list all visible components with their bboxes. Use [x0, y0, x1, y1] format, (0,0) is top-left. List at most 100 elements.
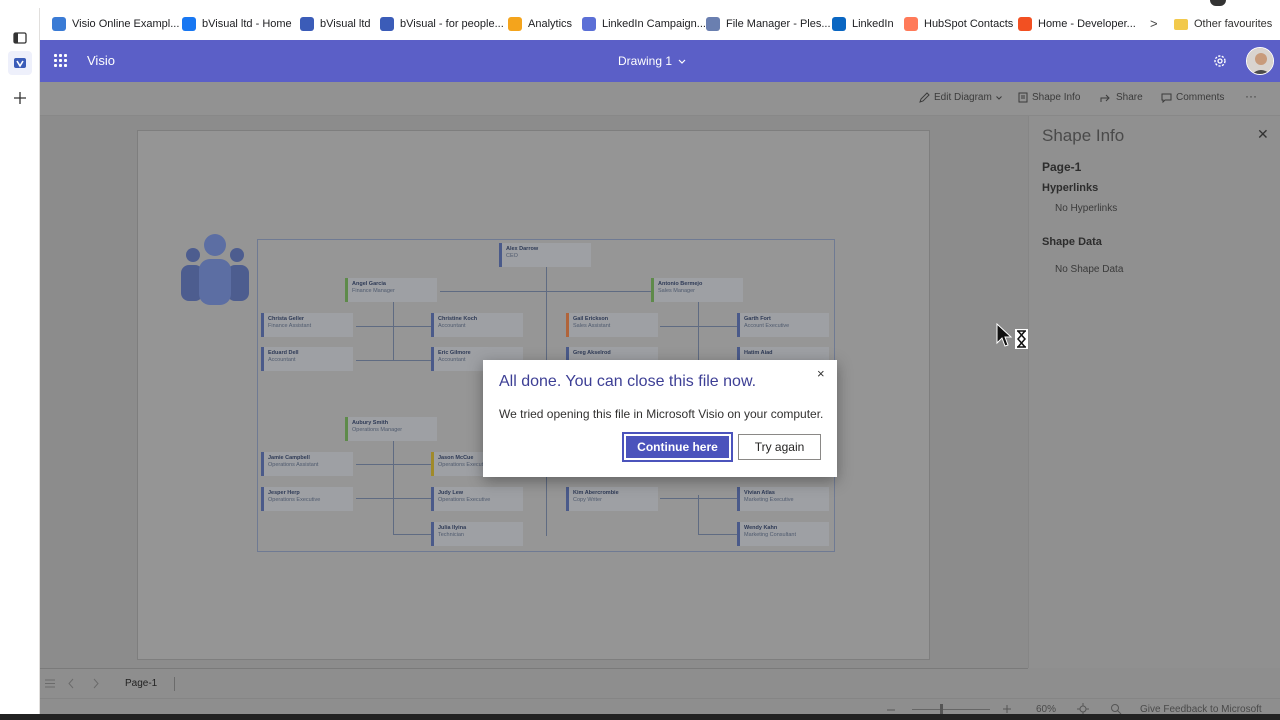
open-in-desktop-dialog: All done. You can close this file now. ×… [483, 360, 837, 477]
shape-data-value: No Shape Data [1055, 264, 1124, 275]
app-title[interactable]: Visio [87, 53, 115, 68]
comments-button[interactable]: Comments [1161, 92, 1224, 103]
org-node[interactable]: Angel Garcia Finance Manager [345, 278, 437, 302]
org-node[interactable]: Garth Fort Account Executive [737, 313, 829, 337]
org-node-role: Operations Executive [438, 497, 491, 503]
org-node[interactable]: Judy Lew Operations Executive [431, 487, 523, 511]
page-tabs-bar: Page-1 [40, 668, 1028, 698]
pencil-icon [919, 92, 930, 103]
org-node-name: Angel Garcia [352, 281, 386, 287]
org-node-name: Vivian Atlas [744, 490, 775, 496]
org-node-role: Finance Assistant [268, 323, 312, 329]
zoom-in-icon[interactable] [1002, 704, 1012, 714]
org-node-name: Judy Lew [438, 490, 464, 496]
browser-side-rail [0, 8, 40, 720]
org-node[interactable]: Alex Darrow CEO [499, 243, 591, 267]
chevron-down-icon [995, 95, 1002, 100]
org-node[interactable]: Jamie Campbell Operations Assistant [261, 452, 353, 476]
settings-gear-icon[interactable] [1212, 53, 1228, 69]
org-node-role: Copy Writer [573, 497, 602, 503]
org-node-name: Antonio Bermejo [658, 281, 703, 287]
try-again-button[interactable]: Try again [738, 434, 821, 460]
document-title: Drawing 1 [618, 54, 673, 68]
org-node-name: Julia Ilyina [438, 525, 467, 531]
dialog-message: We tried opening this file in Microsoft … [499, 407, 824, 421]
people-group-icon [181, 234, 249, 305]
org-node-role: Operations Manager [352, 427, 403, 433]
user-avatar[interactable] [1246, 47, 1274, 75]
document-info-icon [1018, 92, 1028, 103]
comment-icon [1161, 93, 1172, 103]
other-favourites-folder[interactable]: Other favourites [1174, 8, 1272, 40]
org-node-role: CEO [506, 253, 518, 259]
more-options-icon[interactable]: ··· [1245, 89, 1257, 103]
org-node[interactable]: Aubury Smith Operations Manager [345, 417, 437, 441]
tab-divider [174, 677, 175, 691]
org-node-name: Eric Gilmore [438, 350, 471, 356]
zoom-slider[interactable] [912, 709, 990, 710]
share-button[interactable]: Share [1100, 92, 1143, 103]
chevron-down-icon [678, 59, 686, 64]
org-node-name: Gail Erickson [573, 316, 609, 322]
share-icon [1100, 94, 1110, 102]
visio-tab-icon[interactable] [8, 51, 32, 75]
org-node-role: Technician [438, 532, 464, 538]
favorites-more-chevron-icon[interactable]: > [1150, 16, 1158, 31]
favorites-bar-overlay: > Other favourites [40, 8, 1280, 40]
org-node-name: Garth Fort [744, 316, 771, 322]
shape-info-page: Page-1 [1042, 160, 1082, 174]
previous-page-chevron-icon[interactable] [67, 678, 75, 689]
hyperlinks-heading: Hyperlinks [1042, 182, 1099, 194]
dialog-close-icon[interactable]: × [817, 366, 825, 381]
org-node-role: Finance Manager [352, 288, 395, 294]
org-node-role: Marketing Executive [744, 497, 794, 503]
org-node-role: Operations Executive [268, 497, 321, 503]
org-node-name: Greg Akselrod [573, 350, 611, 356]
org-node-name: Wendy Kahn [744, 525, 778, 531]
close-panel-icon[interactable]: ✕ [1257, 126, 1269, 143]
all-pages-menu-icon[interactable] [44, 679, 56, 688]
org-node[interactable]: Christine Koch Accountant [431, 313, 523, 337]
browser-top-strip [0, 0, 1280, 8]
shape-info-title: Shape Info [1042, 126, 1125, 145]
next-page-chevron-icon[interactable] [92, 678, 100, 689]
edit-diagram-button[interactable]: Edit Diagram [919, 92, 1002, 103]
org-node-name: Hatim Aiad [744, 350, 773, 356]
folder-icon [1174, 18, 1188, 30]
org-node[interactable]: Vivian Atlas Marketing Executive [737, 487, 829, 511]
org-node-name: Eduard Dell [268, 350, 299, 356]
screen-bottom-edge [0, 714, 1280, 720]
org-node-role: Operations Assistant [268, 462, 319, 468]
app-launcher-waffle-icon[interactable] [54, 54, 68, 68]
tab-page-1[interactable]: Page-1 [125, 678, 157, 689]
org-node-name: Alex Darrow [506, 246, 539, 252]
org-node-role: Sales Manager [658, 288, 695, 294]
status-bar: Page-1 60% Give Feedback to Microsoft [40, 668, 1280, 720]
tab-actions-icon[interactable] [8, 26, 32, 50]
org-node-name: Christine Koch [438, 316, 478, 322]
org-node[interactable]: Kim Abercrombie Copy Writer [566, 487, 658, 511]
hyperlinks-value: No Hyperlinks [1055, 203, 1118, 214]
org-node-name: Christa Geller [268, 316, 305, 322]
shape-info-label: Shape Info [1032, 92, 1081, 103]
new-tab-plus-icon[interactable] [8, 86, 32, 110]
org-node-name: Jesper Herp [268, 490, 300, 496]
command-toolbar: Edit Diagram Shape Info Share Comments ·… [40, 82, 1280, 116]
dialog-title: All done. You can close this file now. [499, 373, 757, 390]
org-node[interactable]: Jesper Herp Operations Executive [261, 487, 353, 511]
continue-here-button[interactable]: Continue here [622, 432, 733, 462]
org-node[interactable]: Julia Ilyina Technician [431, 522, 523, 546]
document-title-menu[interactable]: Drawing 1 [618, 54, 686, 68]
org-node[interactable]: Eduard Dell Accountant [261, 347, 353, 371]
org-node-role: Accountant [268, 357, 296, 363]
edit-diagram-label: Edit Diagram [934, 92, 992, 103]
shape-info-button[interactable]: Shape Info [1018, 92, 1080, 103]
org-node-role: Account Executive [744, 323, 790, 329]
org-node-role: Accountant [438, 323, 466, 329]
org-node[interactable]: Wendy Kahn Marketing Consultant [737, 522, 829, 546]
org-node[interactable]: Gail Erickson Sales Assistant [566, 313, 658, 337]
org-node[interactable]: Antonio Bermejo Sales Manager [651, 278, 743, 302]
comments-label: Comments [1176, 92, 1225, 103]
org-node[interactable]: Christa Geller Finance Assistant [261, 313, 353, 337]
shape-info-panel: Shape Info ✕ Page-1 Hyperlinks No Hyperl… [1028, 116, 1280, 668]
